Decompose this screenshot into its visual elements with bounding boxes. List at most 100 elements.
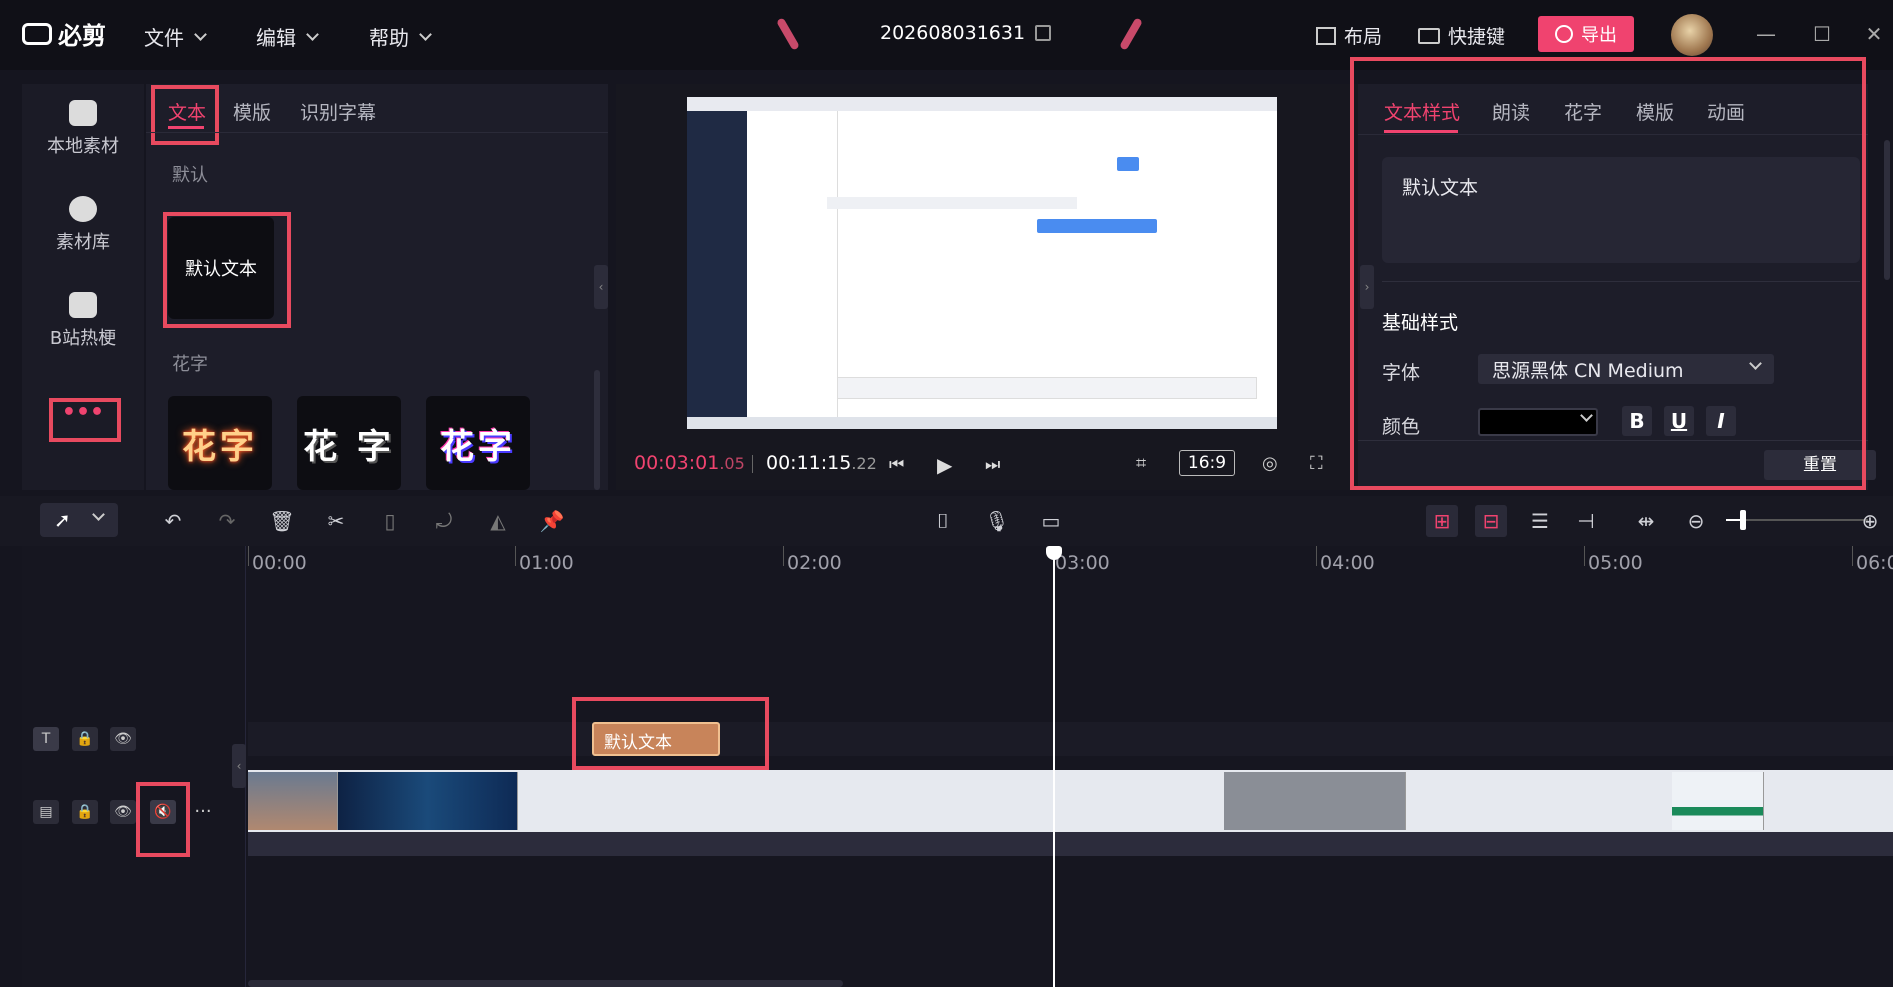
- next-frame-icon[interactable]: ⏭: [985, 455, 1000, 475]
- project-title-text: 202608031631: [880, 22, 1026, 44]
- undo-icon[interactable]: ↶: [157, 505, 189, 537]
- microphone-icon[interactable]: 🎙: [981, 505, 1013, 537]
- bilibili-logo-icon: [22, 22, 52, 45]
- align-icon[interactable]: ⊣: [1570, 505, 1602, 537]
- snap-icon[interactable]: ⊞: [1426, 505, 1458, 537]
- ruler-tick: [783, 546, 784, 566]
- sidebar-item-library[interactable]: 素材库: [22, 196, 144, 254]
- delete-icon[interactable]: 🗑: [266, 505, 298, 537]
- layout-button[interactable]: 布局: [1316, 22, 1382, 49]
- total-time: 00:11:15.22: [766, 452, 877, 474]
- redo-icon[interactable]: ↷: [211, 505, 243, 537]
- section-huazi: 花字: [172, 354, 208, 375]
- ruler-tick: [1316, 546, 1317, 566]
- sidebar-item-bilibili-memes[interactable]: B站热梗: [22, 292, 144, 350]
- eye-icon[interactable]: 👁: [110, 727, 136, 751]
- zoom-slider-thumb[interactable]: [1740, 510, 1746, 530]
- total-time-text: 00:11:15: [766, 452, 852, 474]
- eye-icon[interactable]: 👁: [110, 800, 136, 824]
- edit-icon[interactable]: [1035, 25, 1052, 41]
- track-fit-icon[interactable]: ☰: [1524, 505, 1556, 537]
- aspect-ratio-button[interactable]: 16:9: [1179, 450, 1235, 476]
- close-icon[interactable]: ✕: [1862, 22, 1886, 46]
- huazi-preset-1[interactable]: 花字: [168, 396, 272, 490]
- text-recognition-icon[interactable]: ⌷: [927, 505, 959, 537]
- property-scrollbar[interactable]: [1884, 140, 1890, 280]
- collapse-track-icon[interactable]: ‹: [232, 744, 246, 788]
- audio-waveform-track: [248, 832, 1893, 856]
- preview-chat-bubble: [1037, 219, 1157, 233]
- minimize-icon[interactable]: —: [1754, 22, 1778, 46]
- zoom-out-icon[interactable]: ⊖: [1680, 505, 1712, 537]
- split-view-icon[interactable]: ⇹: [1630, 505, 1662, 537]
- sidebar-item-local-media[interactable]: 本地素材: [22, 100, 144, 158]
- app-logo: 必剪: [22, 16, 106, 51]
- upload-icon: [1555, 25, 1573, 43]
- select-tool-button[interactable]: ➚: [40, 503, 118, 537]
- huazi-preset-2-text: 花 字: [303, 426, 395, 467]
- chevron-down-icon: [92, 508, 105, 521]
- tab-template[interactable]: 模版: [233, 98, 271, 125]
- sidebar-item-label: 本地素材: [47, 136, 119, 157]
- project-title[interactable]: 202608031631: [880, 22, 1052, 44]
- lock-icon[interactable]: 🔒: [72, 727, 98, 751]
- fullscreen-icon[interactable]: ⛶: [1310, 453, 1323, 474]
- shortcut-button[interactable]: 快捷键: [1418, 22, 1505, 49]
- mirror-icon[interactable]: ◭: [482, 505, 514, 537]
- video-thumbnail: [338, 772, 518, 830]
- zoom-in-icon[interactable]: ⊕: [1854, 505, 1886, 537]
- shortcut-label: 快捷键: [1448, 26, 1506, 48]
- menu-help[interactable]: 帮助: [369, 22, 432, 51]
- highlight-box-text-tab: [151, 85, 219, 145]
- menu-help-label: 帮助: [369, 26, 409, 50]
- text-track-icon: T: [33, 727, 59, 751]
- tab-subtitle-recognition[interactable]: 识别字幕: [300, 98, 376, 125]
- crop-icon[interactable]: ⌗: [1136, 453, 1146, 474]
- export-label: 导出: [1581, 25, 1617, 46]
- cursor-icon: ➚: [54, 508, 71, 532]
- chevron-down-icon: [194, 27, 207, 41]
- zoom-slider-track[interactable]: [1726, 519, 1868, 521]
- video-thumbnail: [248, 772, 338, 830]
- video-track-icon: ▤: [33, 800, 59, 824]
- collapse-left-icon[interactable]: ‹: [594, 265, 608, 309]
- timeline-scrollbar[interactable]: [248, 980, 843, 987]
- preview-frame: [687, 97, 1277, 429]
- panel-divider: [146, 132, 608, 133]
- avatar[interactable]: [1671, 14, 1713, 56]
- current-time-text: 00:03:01: [634, 452, 720, 474]
- split-icon[interactable]: ✂: [320, 505, 352, 537]
- menu-edit[interactable]: 编辑: [256, 22, 319, 51]
- material-scrollbar[interactable]: [594, 370, 600, 490]
- huazi-preset-3[interactable]: 花字: [426, 396, 530, 490]
- linkage-icon[interactable]: ⊟: [1475, 505, 1507, 537]
- current-time: 00:03:01.05: [634, 452, 745, 474]
- text-track: [248, 722, 1893, 756]
- ruler-label: 04:00: [1320, 552, 1375, 574]
- highlight-box-mute: [136, 782, 190, 857]
- huazi-preset-1-text: 花字: [182, 426, 258, 467]
- playhead[interactable]: [1053, 546, 1055, 987]
- maximize-icon[interactable]: ☐: [1810, 22, 1834, 46]
- app-name: 必剪: [58, 22, 106, 50]
- ruler-label: 03:00: [1055, 552, 1110, 574]
- lock-icon[interactable]: 🔒: [72, 800, 98, 824]
- chevron-down-icon: [306, 27, 319, 41]
- preview-sidebar: [687, 111, 747, 417]
- huazi-preset-2[interactable]: 花 字: [297, 396, 401, 490]
- play-icon[interactable]: ▶: [937, 453, 952, 477]
- prev-frame-icon[interactable]: ⏮: [889, 455, 904, 475]
- export-button[interactable]: 导出: [1538, 16, 1634, 52]
- ruler-label: 06:0: [1856, 552, 1893, 574]
- snapshot-icon[interactable]: ◎: [1262, 453, 1278, 474]
- freeze-icon[interactable]: ▯: [374, 505, 406, 537]
- menu-file[interactable]: 文件: [144, 22, 207, 51]
- layout-icon: [1316, 26, 1336, 45]
- more-icon[interactable]: ···: [190, 800, 216, 824]
- ruler-tick: [515, 546, 516, 566]
- camera-icon[interactable]: ▭: [1035, 505, 1067, 537]
- replace-icon[interactable]: ⤾: [428, 505, 460, 537]
- chevron-down-icon: [419, 27, 432, 41]
- pin-icon[interactable]: 📌: [536, 505, 568, 537]
- preview-chat-line: [827, 197, 1077, 209]
